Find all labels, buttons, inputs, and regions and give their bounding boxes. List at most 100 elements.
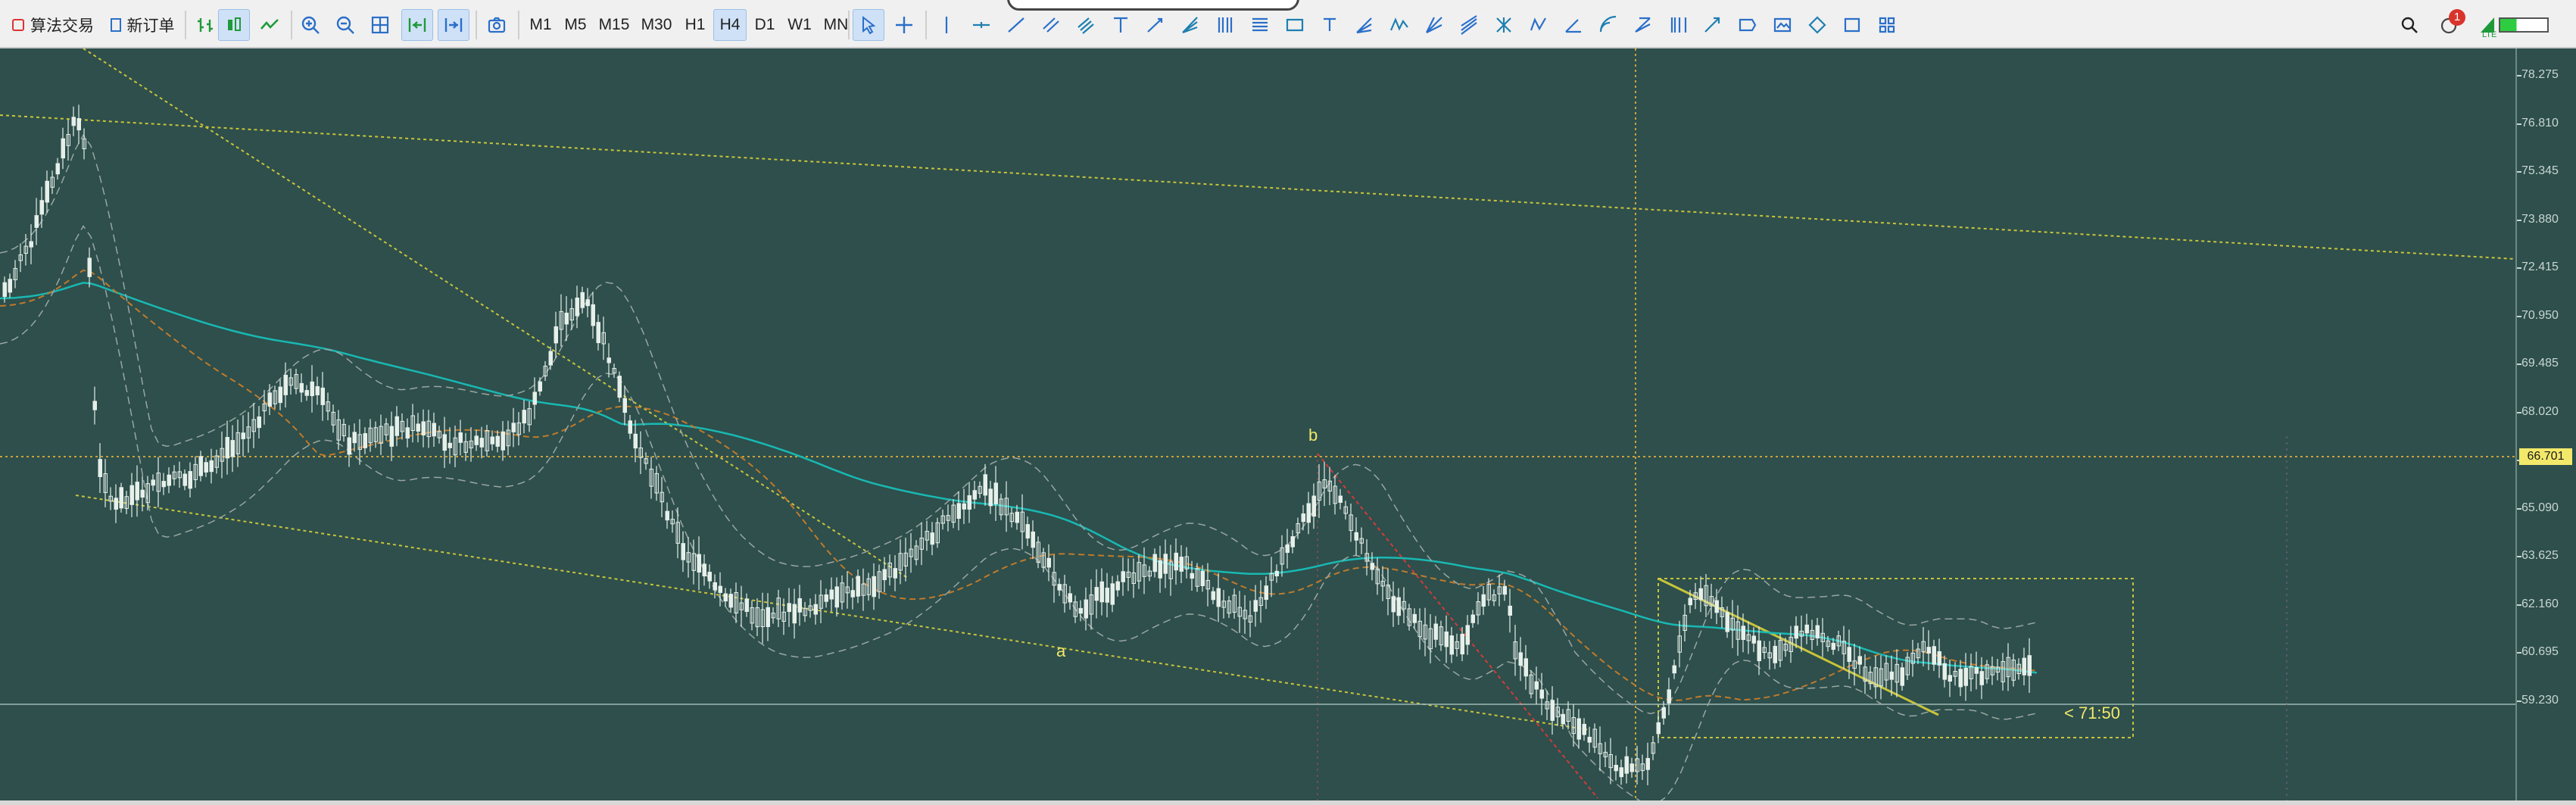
- zoom-out-icon[interactable]: [330, 9, 360, 41]
- candle-body: [723, 593, 728, 602]
- candle-body: [1084, 599, 1088, 619]
- channel-icon[interactable]: [1036, 9, 1066, 41]
- timeframe-h1[interactable]: H1: [678, 9, 712, 41]
- chart-shift-icon[interactable]: [438, 9, 469, 41]
- price-chart[interactable]: a b < 71:50: [0, 48, 2515, 800]
- wave-label-b: b: [1308, 426, 1318, 445]
- candle-body: [607, 357, 611, 363]
- cursor-icon[interactable]: [853, 9, 884, 41]
- signal-label: LTE: [2482, 30, 2497, 39]
- bear-wave-line: [1317, 453, 1598, 799]
- candle-body: [405, 427, 410, 439]
- horizontal-line-icon[interactable]: [966, 9, 996, 41]
- connection-status[interactable]: LTE: [2481, 9, 2564, 41]
- candle-body: [395, 416, 399, 436]
- candle-body: [554, 326, 558, 344]
- angle-icon[interactable]: [1558, 9, 1589, 41]
- candle-body: [580, 292, 585, 308]
- candle-body: [278, 386, 282, 404]
- candle-body: [622, 398, 627, 413]
- text-icon[interactable]: [1106, 9, 1136, 41]
- chart-canvas[interactable]: a b < 71:50: [0, 48, 2515, 800]
- toolbar-divider: [925, 11, 927, 39]
- andrews-icon[interactable]: [1628, 9, 1658, 41]
- candle-body: [1057, 584, 1062, 591]
- candle-body: [1412, 613, 1417, 623]
- timeframe-m1[interactable]: M1: [524, 9, 557, 41]
- price-tick-label: 65.090: [2521, 501, 2559, 514]
- candle-body: [1741, 626, 1745, 641]
- price-axis[interactable]: 78.275 76.810 75.345 73.880 72.415 70.950 69.4…: [2515, 48, 2576, 800]
- candle-body: [1725, 612, 1729, 632]
- timeframe-m5[interactable]: M5: [559, 9, 592, 41]
- candle-body: [92, 401, 97, 410]
- timeframe-m15[interactable]: M15: [594, 9, 635, 41]
- fibo-fan-icon[interactable]: [1349, 9, 1380, 41]
- grid-icon[interactable]: [365, 9, 395, 41]
- candle-body: [1937, 651, 1941, 666]
- crosshair-icon[interactable]: [889, 9, 919, 41]
- notification-badge: 1: [2449, 9, 2465, 26]
- candle-body: [1614, 765, 1618, 772]
- notifications-button[interactable]: 1: [2431, 9, 2468, 41]
- equidistant-channel-icon[interactable]: [1071, 9, 1101, 41]
- timeframe-mn[interactable]: MN: [818, 9, 854, 41]
- price-tick-label: 60.695: [2521, 645, 2559, 658]
- text-label-icon[interactable]: [1315, 9, 1345, 41]
- timeframe-w1[interactable]: W1: [783, 9, 816, 41]
- candle-body: [55, 163, 60, 175]
- candle-body: [347, 437, 351, 455]
- fibo-arcs-icon[interactable]: [1593, 9, 1623, 41]
- timeframe-d1[interactable]: D1: [748, 9, 781, 41]
- candle-body: [834, 586, 839, 608]
- candle-body: [1253, 600, 1258, 612]
- fibonacci-icon[interactable]: [1245, 9, 1275, 41]
- search-icon[interactable]: [2394, 9, 2425, 41]
- rectangle-icon[interactable]: [1837, 9, 1867, 41]
- candle-body: [1354, 532, 1358, 541]
- toolbar-divider: [518, 11, 519, 39]
- screenshot-icon[interactable]: [482, 9, 512, 41]
- candle-body: [114, 498, 118, 510]
- label-icon[interactable]: [1280, 9, 1310, 41]
- timeframe-m30[interactable]: M30: [636, 9, 677, 41]
- regression-icon[interactable]: [1454, 9, 1484, 41]
- candle-body: [548, 351, 553, 366]
- timeframe-h4[interactable]: H4: [713, 9, 747, 41]
- timeframe-label: H1: [685, 16, 706, 33]
- candle-body: [728, 594, 733, 608]
- pitchfork-icon[interactable]: [1175, 9, 1205, 41]
- price-label-icon[interactable]: [1732, 9, 1763, 41]
- arrow-line-icon[interactable]: [1140, 9, 1171, 41]
- zigzag-icon[interactable]: [1523, 9, 1554, 41]
- vertical-line-icon[interactable]: [931, 9, 962, 41]
- price-tick-label: 78.275: [2521, 68, 2559, 81]
- candle-body: [204, 462, 208, 473]
- candle-body: [1932, 646, 1936, 665]
- zoom-in-icon[interactable]: [295, 9, 326, 41]
- candle-body: [129, 485, 134, 505]
- candle-body: [1576, 718, 1581, 740]
- candle-body: [993, 482, 998, 504]
- objects-icon[interactable]: [1872, 9, 1902, 41]
- candle-body: [1449, 635, 1454, 655]
- image-icon[interactable]: [1767, 9, 1798, 41]
- line-chart-icon[interactable]: [254, 9, 285, 41]
- candlestick-icon[interactable]: [218, 9, 250, 41]
- algo-trading-button[interactable]: 算法交易: [8, 9, 98, 41]
- arrow-icon[interactable]: [1698, 9, 1728, 41]
- auto-scroll-icon[interactable]: [401, 9, 433, 41]
- candle-body: [962, 503, 966, 510]
- candle-body: [1311, 495, 1316, 517]
- trend-line-icon[interactable]: [1001, 9, 1031, 41]
- bar-chart-icon[interactable]: [191, 9, 221, 41]
- new-order-button[interactable]: 新订单: [104, 9, 180, 41]
- fibo-grid-icon[interactable]: [1489, 9, 1519, 41]
- candle-body: [71, 117, 76, 126]
- fibo-timezones-icon[interactable]: [1663, 9, 1693, 41]
- cycle-lines-icon[interactable]: [1210, 9, 1240, 41]
- gann-icon[interactable]: [1419, 9, 1449, 41]
- shapes-icon[interactable]: [1802, 9, 1832, 41]
- timeframe-label: H4: [719, 16, 741, 33]
- elliott-icon[interactable]: [1384, 9, 1414, 41]
